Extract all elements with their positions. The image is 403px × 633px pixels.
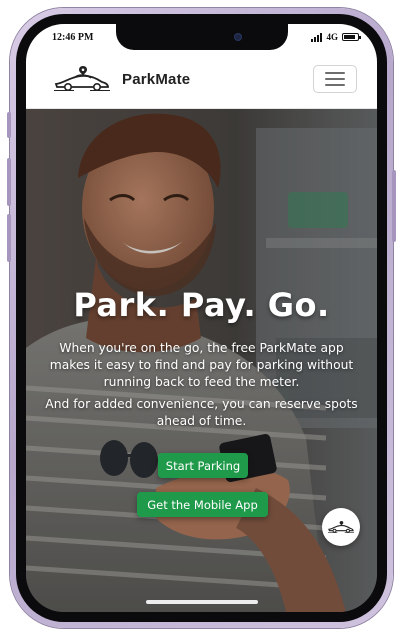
phone-volume-down-button xyxy=(7,214,11,262)
phone-power-button xyxy=(392,170,396,242)
hero-title: Park. Pay. Go. xyxy=(73,286,330,324)
hamburger-menu-icon xyxy=(325,78,345,80)
car-logo-icon xyxy=(54,66,110,91)
floating-logo-button[interactable] xyxy=(322,508,360,546)
car-logo-icon xyxy=(328,520,354,533)
home-indicator[interactable] xyxy=(146,600,258,604)
status-time: 12:46 PM xyxy=(52,32,94,43)
phone-volume-up-button xyxy=(7,158,11,206)
start-parking-button[interactable]: Start Parking xyxy=(158,453,248,478)
phone-screen: 12:46 PM 4G ParkMate Park. Pay. Go. When… xyxy=(26,24,377,612)
phone-notch xyxy=(116,24,288,50)
hero-paragraph-reserve: And for added convenience, you can reser… xyxy=(45,397,358,428)
get-mobile-app-button[interactable]: Get the Mobile App xyxy=(137,492,268,517)
front-camera xyxy=(234,33,242,41)
status-indicators: 4G xyxy=(311,32,361,42)
battery-icon xyxy=(342,33,361,41)
brand-link[interactable]: ParkMate xyxy=(54,64,190,94)
signal-bars-icon xyxy=(311,32,323,42)
hamburger-menu-icon xyxy=(325,84,345,86)
hamburger-menu-button[interactable] xyxy=(313,65,357,93)
hero-paragraph-intro: When you're on the go, the free ParkMate… xyxy=(49,341,354,389)
network-type: 4G xyxy=(326,32,338,42)
navbar: ParkMate xyxy=(26,52,377,109)
hamburger-menu-icon xyxy=(325,72,345,74)
phone-bezel: 12:46 PM 4G ParkMate Park. Pay. Go. When… xyxy=(16,14,387,622)
brand-name: ParkMate xyxy=(122,70,191,88)
phone-mute-switch xyxy=(7,112,11,138)
phone-frame: 12:46 PM 4G ParkMate Park. Pay. Go. When… xyxy=(10,8,393,628)
